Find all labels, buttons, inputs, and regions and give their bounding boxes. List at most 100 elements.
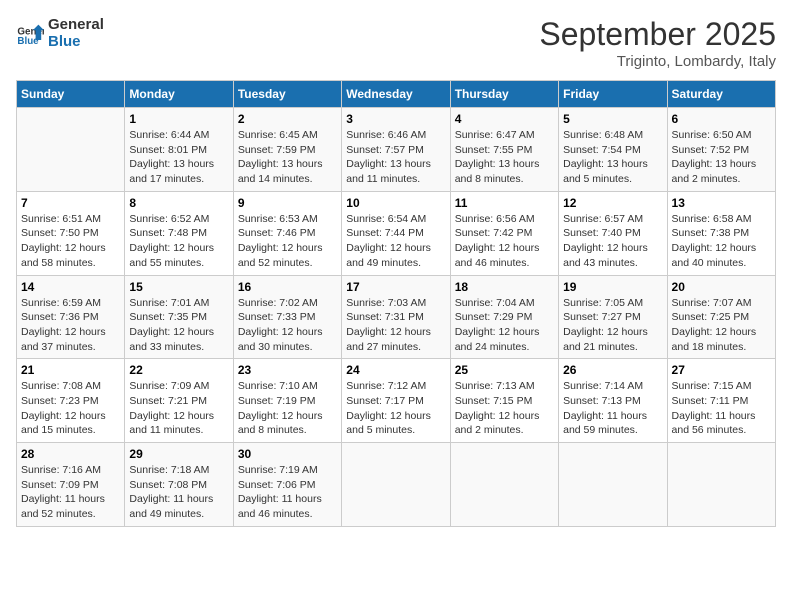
day-info: Sunrise: 7:04 AMSunset: 7:29 PMDaylight:… xyxy=(455,296,554,355)
day-number: 27 xyxy=(672,363,771,377)
day-number: 9 xyxy=(238,196,337,210)
day-info: Sunrise: 7:01 AMSunset: 7:35 PMDaylight:… xyxy=(129,296,228,355)
logo-general: General xyxy=(48,16,104,33)
day-number: 3 xyxy=(346,112,445,126)
day-info: Sunrise: 7:02 AMSunset: 7:33 PMDaylight:… xyxy=(238,296,337,355)
day-info: Sunrise: 6:45 AMSunset: 7:59 PMDaylight:… xyxy=(238,128,337,187)
day-number: 23 xyxy=(238,363,337,377)
day-number: 2 xyxy=(238,112,337,126)
day-cell: 4 Sunrise: 6:47 AMSunset: 7:55 PMDaylight… xyxy=(450,108,558,192)
column-header-tuesday: Tuesday xyxy=(233,81,341,108)
day-cell xyxy=(17,108,125,192)
day-cell: 17 Sunrise: 7:03 AMSunset: 7:31 PMDayligh… xyxy=(342,275,450,359)
day-number: 28 xyxy=(21,447,120,461)
day-info: Sunrise: 6:52 AMSunset: 7:48 PMDaylight:… xyxy=(129,212,228,271)
day-info: Sunrise: 6:46 AMSunset: 7:57 PMDaylight:… xyxy=(346,128,445,187)
week-row-1: 1 Sunrise: 6:44 AMSunset: 8:01 PMDaylight… xyxy=(17,108,776,192)
day-number: 5 xyxy=(563,112,662,126)
day-info: Sunrise: 7:09 AMSunset: 7:21 PMDaylight:… xyxy=(129,379,228,438)
day-number: 20 xyxy=(672,280,771,294)
day-cell: 11Sunrise: 6:56 AMSunset: 7:42 PMDayligh… xyxy=(450,191,558,275)
day-number: 10 xyxy=(346,196,445,210)
day-number: 17 xyxy=(346,280,445,294)
month-title: September 2025 xyxy=(539,16,776,53)
day-cell: 22Sunrise: 7:09 AMSunset: 7:21 PMDayligh… xyxy=(125,359,233,443)
day-cell: 30 Sunrise: 7:19 AMSunset: 7:06 PMDayligh… xyxy=(233,443,341,527)
day-cell: 9 Sunrise: 6:53 AMSunset: 7:46 PMDaylight… xyxy=(233,191,341,275)
day-cell: 16 Sunrise: 7:02 AMSunset: 7:33 PMDayligh… xyxy=(233,275,341,359)
day-info: Sunrise: 6:58 AMSunset: 7:38 PMDaylight:… xyxy=(672,212,771,271)
calendar-header-row: SundayMondayTuesdayWednesdayThursdayFrid… xyxy=(17,81,776,108)
calendar-table: SundayMondayTuesdayWednesdayThursdayFrid… xyxy=(16,80,776,527)
day-number: 1 xyxy=(129,112,228,126)
day-number: 4 xyxy=(455,112,554,126)
week-row-4: 21Sunrise: 7:08 AMSunset: 7:23 PMDayligh… xyxy=(17,359,776,443)
day-info: Sunrise: 7:15 AMSunset: 7:11 PMDaylight:… xyxy=(672,379,771,438)
page-header: General Blue General Blue September 2025… xyxy=(16,16,776,70)
day-cell: 13 Sunrise: 6:58 AMSunset: 7:38 PMDayligh… xyxy=(667,191,775,275)
day-number: 16 xyxy=(238,280,337,294)
day-number: 13 xyxy=(672,196,771,210)
day-info: Sunrise: 7:13 AMSunset: 7:15 PMDaylight:… xyxy=(455,379,554,438)
logo-blue: Blue xyxy=(48,33,104,50)
day-cell xyxy=(667,443,775,527)
day-cell: 12Sunrise: 6:57 AMSunset: 7:40 PMDayligh… xyxy=(559,191,667,275)
day-cell: 7 Sunrise: 6:51 AMSunset: 7:50 PMDaylight… xyxy=(17,191,125,275)
week-row-5: 28 Sunrise: 7:16 AMSunset: 7:09 PMDayligh… xyxy=(17,443,776,527)
day-number: 24 xyxy=(346,363,445,377)
day-cell: 5 Sunrise: 6:48 AMSunset: 7:54 PMDaylight… xyxy=(559,108,667,192)
day-info: Sunrise: 7:18 AMSunset: 7:08 PMDaylight:… xyxy=(129,463,228,522)
day-cell: 27 Sunrise: 7:15 AMSunset: 7:11 PMDayligh… xyxy=(667,359,775,443)
day-number: 21 xyxy=(21,363,120,377)
day-info: Sunrise: 7:03 AMSunset: 7:31 PMDaylight:… xyxy=(346,296,445,355)
day-cell: 3 Sunrise: 6:46 AMSunset: 7:57 PMDaylight… xyxy=(342,108,450,192)
week-row-2: 7 Sunrise: 6:51 AMSunset: 7:50 PMDaylight… xyxy=(17,191,776,275)
day-info: Sunrise: 6:59 AMSunset: 7:36 PMDaylight:… xyxy=(21,296,120,355)
day-cell: 8Sunrise: 6:52 AMSunset: 7:48 PMDaylight… xyxy=(125,191,233,275)
day-cell: 14 Sunrise: 6:59 AMSunset: 7:36 PMDayligh… xyxy=(17,275,125,359)
day-number: 30 xyxy=(238,447,337,461)
week-row-3: 14 Sunrise: 6:59 AMSunset: 7:36 PMDayligh… xyxy=(17,275,776,359)
logo-icon: General Blue xyxy=(16,19,44,47)
day-info: Sunrise: 7:19 AMSunset: 7:06 PMDaylight:… xyxy=(238,463,337,522)
day-cell: 1 Sunrise: 6:44 AMSunset: 8:01 PMDaylight… xyxy=(125,108,233,192)
day-cell: 19 Sunrise: 7:05 AMSunset: 7:27 PMDayligh… xyxy=(559,275,667,359)
column-header-thursday: Thursday xyxy=(450,81,558,108)
day-number: 14 xyxy=(21,280,120,294)
day-cell: 28 Sunrise: 7:16 AMSunset: 7:09 PMDayligh… xyxy=(17,443,125,527)
day-info: Sunrise: 6:57 AMSunset: 7:40 PMDaylight:… xyxy=(563,212,662,271)
day-cell xyxy=(559,443,667,527)
day-cell: 21Sunrise: 7:08 AMSunset: 7:23 PMDayligh… xyxy=(17,359,125,443)
day-cell: 26Sunrise: 7:14 AMSunset: 7:13 PMDayligh… xyxy=(559,359,667,443)
logo: General Blue General Blue xyxy=(16,16,104,50)
day-cell xyxy=(450,443,558,527)
day-cell: 2 Sunrise: 6:45 AMSunset: 7:59 PMDaylight… xyxy=(233,108,341,192)
day-number: 26 xyxy=(563,363,662,377)
column-header-wednesday: Wednesday xyxy=(342,81,450,108)
day-info: Sunrise: 6:44 AMSunset: 8:01 PMDaylight:… xyxy=(129,128,228,187)
day-info: Sunrise: 7:07 AMSunset: 7:25 PMDaylight:… xyxy=(672,296,771,355)
column-header-monday: Monday xyxy=(125,81,233,108)
day-cell: 6Sunrise: 6:50 AMSunset: 7:52 PMDaylight… xyxy=(667,108,775,192)
day-number: 19 xyxy=(563,280,662,294)
day-info: Sunrise: 6:48 AMSunset: 7:54 PMDaylight:… xyxy=(563,128,662,187)
day-number: 25 xyxy=(455,363,554,377)
day-info: Sunrise: 7:16 AMSunset: 7:09 PMDaylight:… xyxy=(21,463,120,522)
day-info: Sunrise: 6:51 AMSunset: 7:50 PMDaylight:… xyxy=(21,212,120,271)
day-cell: 29Sunrise: 7:18 AMSunset: 7:08 PMDayligh… xyxy=(125,443,233,527)
day-info: Sunrise: 7:05 AMSunset: 7:27 PMDaylight:… xyxy=(563,296,662,355)
day-cell xyxy=(342,443,450,527)
day-number: 7 xyxy=(21,196,120,210)
day-info: Sunrise: 6:56 AMSunset: 7:42 PMDaylight:… xyxy=(455,212,554,271)
day-cell: 20 Sunrise: 7:07 AMSunset: 7:25 PMDayligh… xyxy=(667,275,775,359)
day-info: Sunrise: 6:53 AMSunset: 7:46 PMDaylight:… xyxy=(238,212,337,271)
day-info: Sunrise: 6:54 AMSunset: 7:44 PMDaylight:… xyxy=(346,212,445,271)
day-info: Sunrise: 6:47 AMSunset: 7:55 PMDaylight:… xyxy=(455,128,554,187)
day-number: 15 xyxy=(129,280,228,294)
day-info: Sunrise: 6:50 AMSunset: 7:52 PMDaylight:… xyxy=(672,128,771,187)
day-info: Sunrise: 7:10 AMSunset: 7:19 PMDaylight:… xyxy=(238,379,337,438)
day-cell: 25 Sunrise: 7:13 AMSunset: 7:15 PMDayligh… xyxy=(450,359,558,443)
day-info: Sunrise: 7:12 AMSunset: 7:17 PMDaylight:… xyxy=(346,379,445,438)
day-cell: 10 Sunrise: 6:54 AMSunset: 7:44 PMDayligh… xyxy=(342,191,450,275)
day-cell: 18Sunrise: 7:04 AMSunset: 7:29 PMDayligh… xyxy=(450,275,558,359)
